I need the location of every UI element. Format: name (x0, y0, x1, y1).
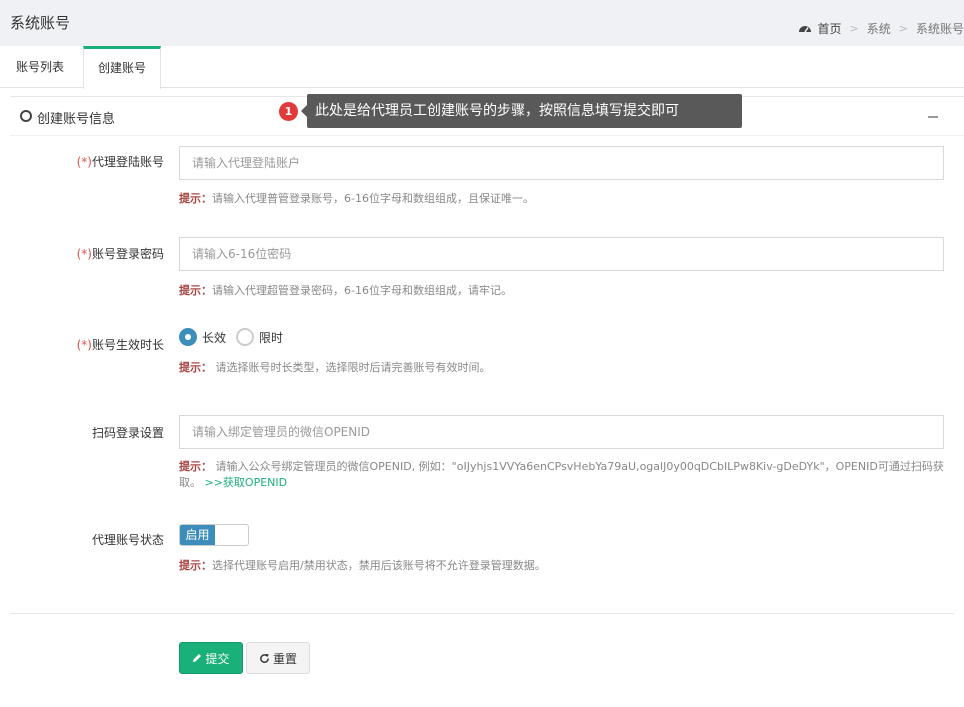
radio-checked-icon (179, 328, 197, 346)
breadcrumb-current: 系统账号 (915, 22, 964, 36)
tab-bar: 账号列表 创建账号 (0, 46, 964, 89)
radio-permanent[interactable]: 长效 (179, 328, 226, 346)
pencil-icon (193, 654, 202, 662)
breadcrumb: 首页 > 系统 > 系统账号 (798, 20, 964, 37)
divider (10, 613, 954, 614)
breadcrumb-separator: > (849, 22, 859, 35)
toggle-on-label: 启用 (180, 525, 215, 545)
circle-icon (20, 110, 32, 122)
guide-tooltip: 此处是给代理员工创建账号的步骤，按照信息填写提交即可 (301, 94, 742, 128)
status-hint: 提示：选择代理账号启用/禁用状态，禁用后该账号将不允许登录管理数据。 (179, 559, 546, 572)
status-toggle[interactable]: 启用 (179, 524, 249, 546)
login-account-label: (*)代理登陆账号 (76, 155, 164, 169)
breadcrumb-separator: > (898, 22, 908, 35)
radio-limited[interactable]: 限时 (236, 328, 283, 346)
required-mark: (*) (76, 247, 92, 261)
submit-button[interactable]: 提交 (179, 642, 243, 674)
tab-account-list[interactable]: 账号列表 (0, 46, 80, 88)
section-title: 创建账号信息 (37, 112, 116, 127)
qr-login-label: 扫码登录设置 (91, 426, 164, 440)
refresh-icon (260, 653, 269, 663)
password-input[interactable] (179, 237, 944, 271)
breadcrumb-home[interactable]: 首页 (818, 20, 842, 37)
login-account-input[interactable] (179, 146, 944, 180)
get-openid-link[interactable]: >>获取OPENID (205, 476, 288, 489)
radio-unchecked-icon (236, 328, 254, 346)
required-mark: (*) (76, 155, 92, 169)
dashboard-icon (798, 25, 811, 32)
validity-hint: 提示： 请选择账号时长类型，选择限时后请完善账号有效时间。 (179, 361, 491, 374)
validity-label: (*)账号生效时长 (76, 338, 164, 352)
login-account-hint: 提示：请输入代理普管登录账号，6-16位字母和数组组成，且保证唯一。 (179, 192, 534, 205)
page-title: 系统账号 (10, 14, 71, 32)
top-bar: 系统账号 首页 > 系统 > 系统账号 (0, 0, 964, 46)
collapse-icon[interactable] (928, 116, 938, 118)
reset-button[interactable]: 重置 (246, 642, 310, 674)
breadcrumb-system[interactable]: 系统 (867, 20, 891, 37)
required-mark: (*) (76, 338, 92, 352)
status-label: 代理账号状态 (91, 533, 164, 547)
openid-input[interactable] (179, 415, 944, 449)
password-label: (*)账号登录密码 (76, 247, 164, 261)
tab-create-account[interactable]: 创建账号 (83, 46, 161, 89)
step-badge: 1 (279, 102, 298, 121)
password-hint: 提示：请输入代理超管登录密码，6-16位字母和数组组成，请牢记。 (179, 284, 512, 297)
qr-login-hint: 提示： 请输入公众号绑定管理员的微信OPENID, 例如："oIJyhjs1VV… (179, 460, 944, 489)
